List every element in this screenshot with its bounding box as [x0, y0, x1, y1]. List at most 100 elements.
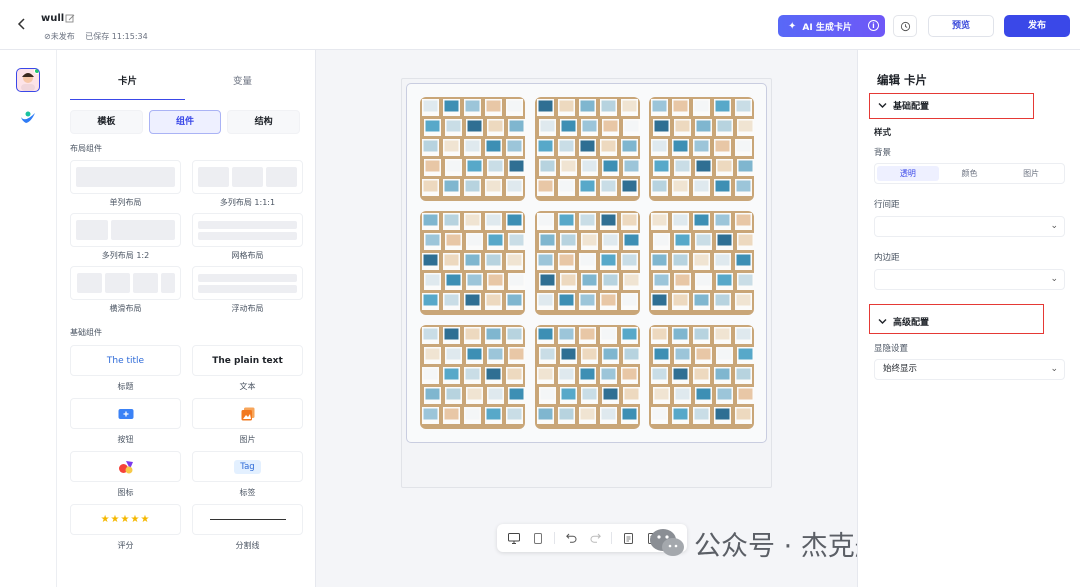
layout-preview — [110, 220, 175, 240]
chevron-down-icon: ⌄ — [1050, 221, 1058, 231]
publish-button[interactable]: 发布 — [1004, 15, 1070, 37]
photo-thumbnail[interactable] — [420, 211, 525, 315]
desktop-view-icon[interactable] — [503, 527, 525, 549]
grid-layout-tile[interactable] — [192, 213, 303, 247]
rating-component-tile[interactable]: ★★★★★ — [70, 504, 181, 535]
sparkle-icon: ✦ — [788, 20, 797, 32]
photo-thumbnail[interactable] — [649, 211, 754, 315]
photo-thumbnail[interactable] — [535, 97, 640, 201]
basic-config-toggle[interactable]: 基础配置 — [878, 99, 929, 112]
visibility-value: 始终显示 — [883, 364, 918, 374]
divider-component-tile[interactable] — [192, 504, 303, 535]
photo-thumbnail[interactable] — [420, 97, 525, 201]
document-icon[interactable] — [617, 527, 639, 549]
tile-caption: 多列布局 1:1:1 — [219, 198, 276, 207]
button-icon — [118, 408, 133, 419]
photo-thumbnail[interactable] — [420, 325, 525, 429]
panel-tabs: 卡片 变量 — [70, 68, 300, 100]
background-label: 背景 — [874, 148, 892, 158]
tab-card[interactable]: 卡片 — [70, 68, 185, 100]
tile-caption: 图标 — [117, 488, 134, 497]
layout-preview — [76, 273, 102, 293]
app-logo-icon[interactable] — [19, 108, 37, 126]
segment-structure[interactable]: 结构 — [227, 110, 301, 134]
layout-preview — [76, 220, 108, 240]
advanced-config-toggle[interactable]: 高级配置 — [878, 315, 929, 328]
shapes-icon — [118, 460, 133, 473]
photo-thumbnail[interactable] — [535, 211, 640, 315]
title-component-tile[interactable]: The title — [70, 345, 181, 376]
left-rail — [0, 50, 57, 587]
layout-preview — [132, 273, 158, 293]
layout-preview — [160, 273, 175, 293]
history-button[interactable] — [893, 15, 917, 37]
visibility-select[interactable]: 始终显示 ⌄ — [874, 359, 1065, 380]
tile-caption: 图片 — [239, 435, 256, 444]
photo-thumbnail[interactable] — [535, 325, 640, 429]
tile-caption: 网格布局 — [231, 251, 264, 260]
mobile-view-icon[interactable] — [527, 527, 549, 549]
segment-templates[interactable]: 模板 — [70, 110, 143, 134]
single-column-layout-tile[interactable] — [70, 160, 181, 194]
photo-thumbnail[interactable] — [649, 325, 754, 429]
save-status: 已保存 11:15:34 — [85, 32, 148, 41]
undo-icon[interactable] — [560, 527, 582, 549]
tile-caption: 按钮 — [117, 435, 134, 444]
background-option-color[interactable]: 颜色 — [939, 166, 1001, 181]
horizontal-scroll-layout-tile[interactable] — [70, 266, 181, 300]
tag-sample: Tag — [234, 459, 261, 474]
tile-caption: 标题 — [117, 382, 134, 391]
three-column-layout-tile[interactable] — [192, 160, 303, 194]
panel-segment: 模板 组件 结构 — [70, 110, 301, 134]
title-sample: The title — [106, 355, 145, 366]
line-spacing-label: 行间距 — [874, 200, 900, 210]
background-option-transparent[interactable]: 透明 — [877, 166, 939, 181]
photo-thumbnail[interactable] — [649, 97, 754, 201]
star-rating-icon: ★★★★★ — [100, 514, 151, 525]
layout-preview — [232, 167, 263, 187]
status-row: ⊘未发布 已保存 11:15:34 — [44, 31, 156, 42]
layout-section-label: 布局组件 — [70, 144, 102, 153]
redo-icon[interactable] — [584, 527, 606, 549]
floating-layout-tile[interactable] — [192, 266, 303, 300]
segment-components[interactable]: 组件 — [148, 110, 222, 134]
layout-preview — [266, 167, 297, 187]
divider-preview — [209, 519, 286, 520]
padding-label: 内边距 — [874, 253, 900, 263]
edit-icon[interactable] — [65, 13, 75, 23]
chevron-down-icon: ⌄ — [1050, 364, 1058, 374]
tile-caption: 浮动布局 — [231, 304, 264, 313]
layout-preview — [198, 231, 297, 240]
padding-select[interactable]: ⌄ — [874, 269, 1065, 290]
tile-caption: 单列布局 — [109, 198, 142, 207]
component-panel: 卡片 变量 模板 组件 结构 布局组件 单列布局 多列布局 1:1:1 多列布局… — [57, 50, 316, 587]
ai-generate-card-button[interactable]: ✦ AI 生成卡片 i — [778, 15, 885, 37]
publish-status: ⊘未发布 — [44, 32, 75, 41]
tag-component-tile[interactable]: Tag — [192, 451, 303, 482]
layout-preview — [76, 167, 175, 187]
toolbar-divider — [611, 532, 612, 544]
panel-title: 编辑 卡片 — [877, 73, 928, 87]
layout-preview — [198, 273, 297, 282]
icon-component-tile[interactable] — [70, 451, 181, 482]
visibility-label: 显隐设置 — [874, 344, 909, 354]
button-component-tile[interactable] — [70, 398, 181, 429]
background-option-image[interactable]: 图片 — [1000, 166, 1062, 181]
chevron-down-icon — [878, 103, 887, 108]
avatar[interactable] — [16, 68, 40, 92]
preview-button[interactable]: 预览 — [928, 15, 994, 37]
tile-caption: 分割线 — [235, 541, 260, 550]
one-two-column-layout-tile[interactable] — [70, 213, 181, 247]
toolbar-divider — [554, 532, 555, 544]
tile-caption: 多列布局 1:2 — [101, 251, 150, 260]
layout-preview — [198, 167, 229, 187]
text-sample: The plain text — [212, 355, 283, 366]
tab-variables[interactable]: 变量 — [185, 68, 300, 100]
layout-preview — [104, 273, 130, 293]
line-spacing-select[interactable]: ⌄ — [874, 216, 1065, 237]
info-icon[interactable]: i — [868, 20, 879, 31]
layout-preview — [198, 220, 297, 229]
back-arrow-icon[interactable] — [14, 16, 30, 32]
image-component-tile[interactable] — [192, 398, 303, 429]
text-component-tile[interactable]: The plain text — [192, 345, 303, 376]
